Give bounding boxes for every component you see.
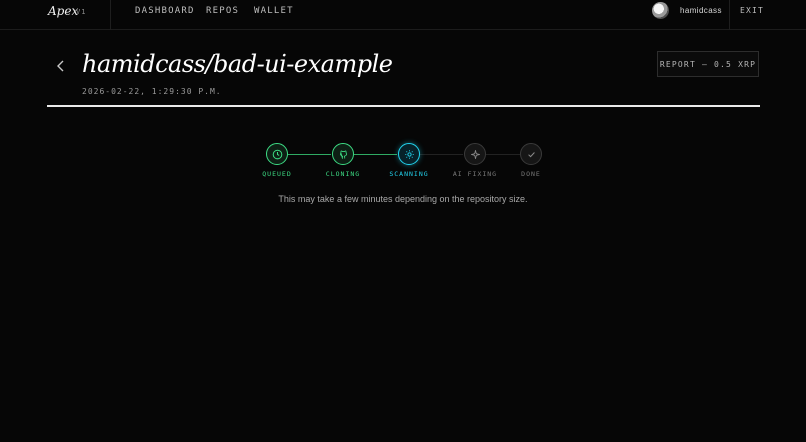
clock-icon	[272, 149, 282, 159]
step-scanning	[398, 143, 420, 165]
nav-item-wallet[interactable]: WALLET	[254, 6, 294, 16]
nav-divider	[110, 0, 111, 30]
github-icon	[339, 150, 347, 159]
app-logo[interactable]: Apex	[48, 4, 78, 18]
exit-button[interactable]: EXIT	[740, 6, 764, 15]
page-title: hamidcass/bad-ui-example	[82, 50, 393, 78]
connector-4	[486, 154, 520, 155]
connector-2	[354, 154, 397, 155]
version-badge: V1	[76, 8, 87, 16]
scan-timestamp: 2026-02-22, 1:29:30 P.M.	[82, 87, 222, 96]
avatar[interactable]	[652, 2, 669, 19]
header-rule	[47, 105, 760, 107]
step-label-cloning: CLONING	[325, 170, 361, 178]
nav-divider-right	[729, 0, 730, 30]
back-chevron-icon[interactable]	[54, 58, 68, 74]
progress-note: This may take a few minutes depending on…	[278, 194, 528, 204]
connector-1	[288, 154, 331, 155]
username[interactable]: hamidcass	[680, 6, 722, 15]
step-queued	[266, 143, 288, 165]
sparkle-icon	[470, 149, 480, 159]
nav-item-repos[interactable]: REPOS	[206, 6, 239, 16]
check-icon	[527, 151, 535, 157]
step-cloning	[332, 143, 354, 165]
connector-3	[420, 154, 463, 155]
step-label-queued: QUEUED	[262, 170, 292, 178]
sun-icon	[404, 149, 414, 159]
top-nav: Apex V1 DASHBOARD REPOS WALLET hamidcass…	[0, 0, 806, 30]
step-label-done: DONE	[521, 170, 541, 178]
nav-item-dashboard[interactable]: DASHBOARD	[135, 6, 195, 16]
step-label-scanning: SCANNING	[389, 170, 429, 178]
report-button[interactable]: REPORT — 0.5 XRP	[657, 51, 759, 77]
step-ai-fixing	[464, 143, 486, 165]
step-done	[520, 143, 542, 165]
